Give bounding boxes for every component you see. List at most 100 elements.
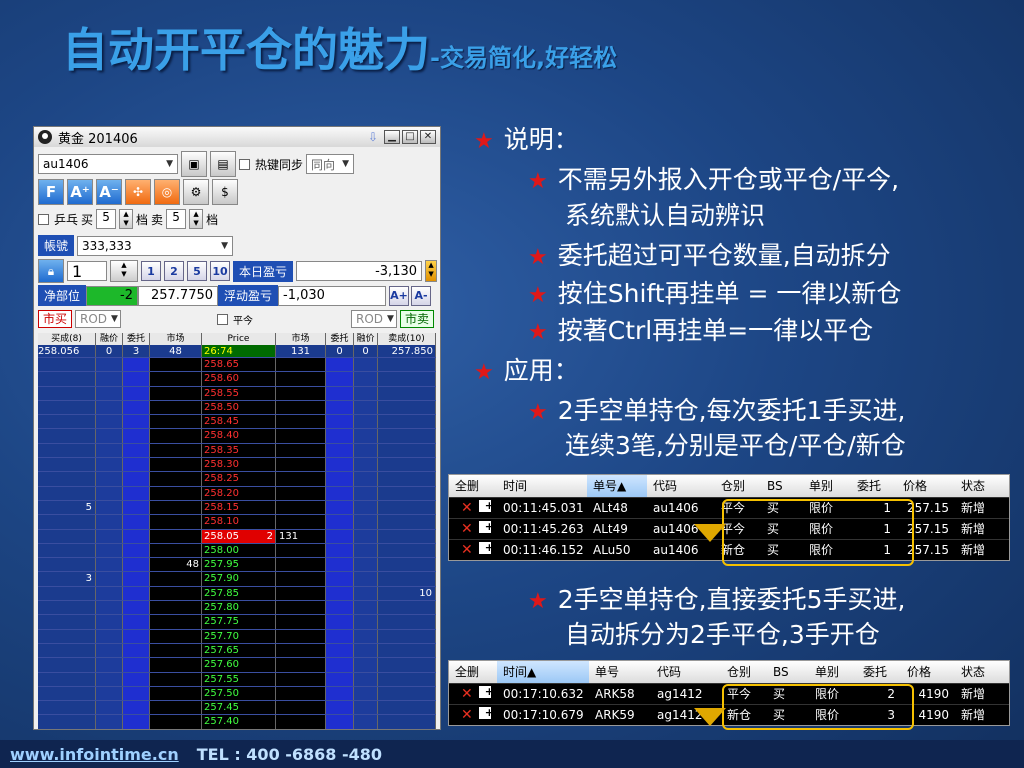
ask-market-cell[interactable] — [276, 601, 326, 615]
bid-market-cell[interactable] — [150, 586, 202, 601]
ask-market-cell[interactable] — [276, 372, 326, 386]
font-plus-button[interactable]: A+ — [389, 285, 410, 306]
col-header[interactable]: BS — [767, 661, 809, 683]
ask-filled-cell[interactable] — [378, 429, 436, 443]
bid-price-cell[interactable] — [96, 715, 123, 729]
qty-10-button[interactable]: 10 — [210, 261, 230, 281]
bid-price-cell[interactable] — [96, 672, 123, 686]
ask-order-cell[interactable] — [326, 715, 354, 729]
ask-market-cell[interactable] — [276, 443, 326, 458]
ask-filled-cell[interactable] — [378, 715, 436, 729]
bid-price-cell[interactable] — [96, 615, 123, 629]
font-f-button[interactable]: F — [38, 179, 64, 205]
qty-1-button[interactable]: 1 — [141, 261, 161, 281]
bid-filled-cell[interactable] — [38, 429, 96, 443]
market-buy-button[interactable]: 市买 — [38, 310, 73, 328]
ask-market-cell[interactable] — [276, 358, 326, 372]
col-header[interactable]: 代码 — [651, 661, 721, 683]
bid-market-cell[interactable] — [150, 701, 202, 715]
col-header[interactable]: 委托 — [851, 475, 897, 497]
ask-filled-cell[interactable] — [378, 358, 436, 372]
delete-all-header[interactable]: 全删 — [449, 475, 497, 497]
ask-filled-cell[interactable] — [378, 558, 436, 572]
ask-market-cell[interactable] — [276, 458, 326, 472]
bid-order-cell[interactable] — [123, 458, 150, 472]
ask-order-cell[interactable] — [326, 372, 354, 386]
bid-filled-cell[interactable] — [38, 558, 96, 572]
col-header[interactable]: 单别 — [809, 661, 857, 683]
ask-order-cell[interactable] — [326, 629, 354, 643]
ask-filled-cell[interactable] — [378, 701, 436, 715]
col-header[interactable]: 委托 — [857, 661, 901, 683]
ask-filled-cell[interactable] — [378, 643, 436, 658]
font-increase-button[interactable]: A⁺ — [67, 179, 93, 205]
bid-market-cell[interactable] — [150, 386, 202, 400]
bid-price-cell[interactable] — [96, 400, 123, 415]
bid-market-cell[interactable] — [150, 458, 202, 472]
bid-order-cell[interactable] — [123, 358, 150, 372]
ask-price-cell[interactable] — [354, 386, 378, 400]
font-minus-button[interactable]: A- — [411, 285, 432, 306]
hotkey-sync-checkbox[interactable] — [239, 158, 250, 170]
bid-price-cell[interactable] — [96, 586, 123, 601]
col-header[interactable]: 代码 — [647, 475, 715, 497]
col-header[interactable]: 时间 — [497, 475, 587, 497]
bid-filled-cell[interactable] — [38, 643, 96, 658]
ask-price-cell[interactable] — [354, 658, 378, 672]
ask-market-cell[interactable] — [276, 572, 326, 586]
bid-market-cell[interactable] — [150, 400, 202, 415]
bid-order-cell[interactable] — [123, 629, 150, 643]
col-header[interactable]: 时间▲ — [497, 661, 589, 683]
price-ladder[interactable]: 买成(8) 融价 委托 市场 Price 市场 委托 融价 卖成(10) 258… — [38, 333, 436, 729]
bid-filled-cell[interactable]: 3 — [38, 572, 96, 586]
ask-market-cell[interactable] — [276, 686, 326, 701]
col-header[interactable]: 仓别 — [721, 661, 767, 683]
ask-market-cell[interactable] — [276, 701, 326, 715]
ask-market-cell[interactable] — [276, 415, 326, 429]
delete-x-icon[interactable]: ✕ — [455, 521, 473, 537]
delete-x-icon[interactable]: ✕ — [455, 500, 473, 516]
ask-market-cell[interactable] — [276, 558, 326, 572]
symbol-select[interactable]: au1406 ▼ — [38, 154, 178, 174]
ask-market-cell[interactable] — [276, 543, 326, 558]
ask-order-cell[interactable] — [326, 601, 354, 615]
window-titlebar[interactable]: 黄金 201406 ⇩ ▁ □ ✕ — [34, 127, 440, 147]
bid-price-cell[interactable] — [96, 472, 123, 486]
ladder-row[interactable]: 257.65 — [38, 643, 436, 659]
ask-order-cell[interactable] — [326, 458, 354, 472]
ask-price-cell[interactable] — [354, 515, 378, 529]
ask-price-cell[interactable] — [354, 643, 378, 658]
bid-price-cell[interactable] — [96, 572, 123, 586]
bid-market-cell[interactable] — [150, 500, 202, 515]
bid-order-cell[interactable] — [123, 515, 150, 529]
bid-filled-cell[interactable] — [38, 372, 96, 386]
ladder-row[interactable]: 258.10 — [38, 515, 436, 530]
ask-order-cell[interactable] — [326, 529, 354, 543]
bid-filled-cell[interactable] — [38, 486, 96, 500]
ask-filled-cell[interactable] — [378, 486, 436, 500]
footer-url-link[interactable]: www.infointime.cn — [10, 745, 179, 764]
qty-2-button[interactable]: 2 — [164, 261, 184, 281]
ask-price-cell[interactable] — [354, 472, 378, 486]
bid-price-cell[interactable] — [96, 486, 123, 500]
ask-filled-cell[interactable] — [378, 443, 436, 458]
bid-price-cell[interactable] — [96, 458, 123, 472]
bid-order-cell[interactable] — [123, 615, 150, 629]
delete-x-icon[interactable]: ✕ — [455, 707, 473, 723]
bid-market-cell[interactable] — [150, 358, 202, 372]
ask-filled-cell[interactable] — [378, 572, 436, 586]
bid-filled-cell[interactable] — [38, 629, 96, 643]
col-header[interactable]: BS — [761, 475, 803, 497]
bid-price-cell[interactable] — [96, 601, 123, 615]
bid-order-cell[interactable] — [123, 572, 150, 586]
ladder-row[interactable]: 258.45 — [38, 415, 436, 430]
ask-market-cell[interactable] — [276, 615, 326, 629]
qty-5-button[interactable]: 5 — [187, 261, 207, 281]
ask-market-cell[interactable] — [276, 472, 326, 486]
ask-price-cell[interactable] — [354, 429, 378, 443]
bid-order-cell[interactable] — [123, 443, 150, 458]
bid-price-cell[interactable] — [96, 701, 123, 715]
ask-order-cell[interactable] — [326, 500, 354, 515]
col-header[interactable]: 价格 — [897, 475, 955, 497]
ask-market-cell[interactable] — [276, 500, 326, 515]
